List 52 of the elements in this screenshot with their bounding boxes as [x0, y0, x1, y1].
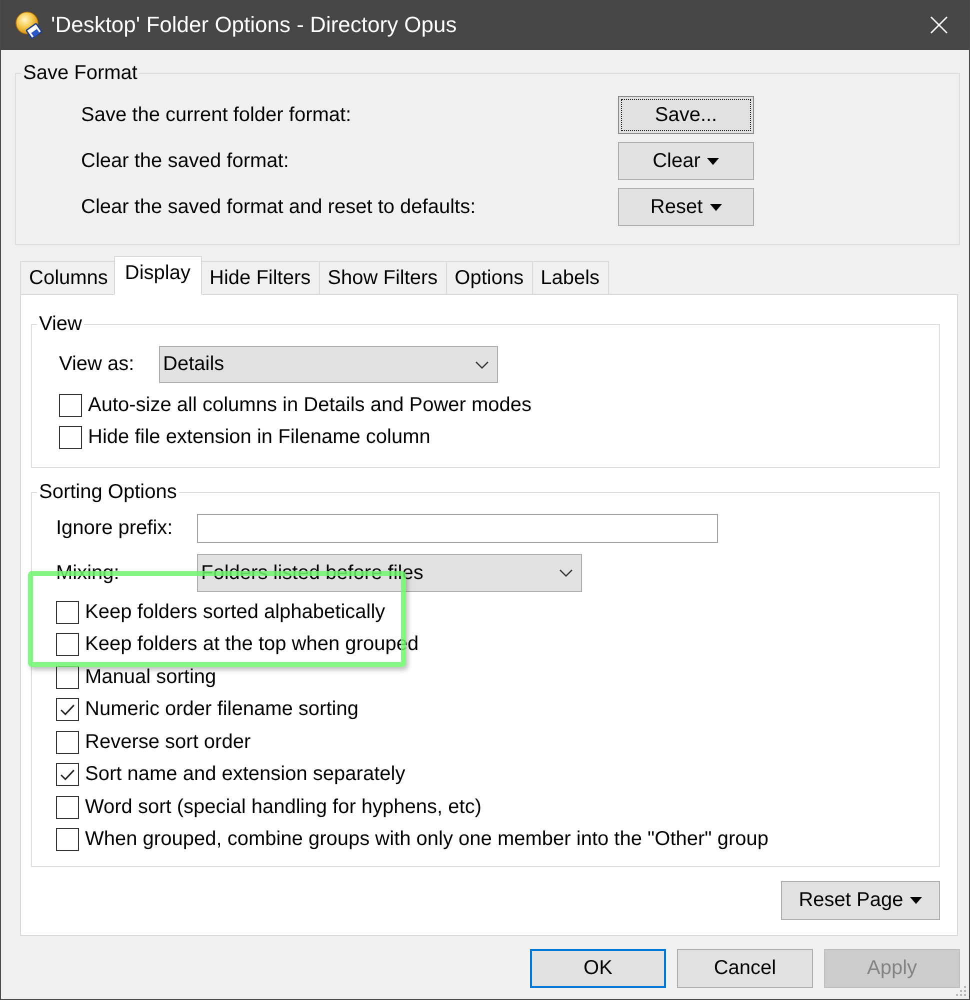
- checkbox[interactable]: [56, 763, 79, 786]
- row-label: Clear the saved format and reset to defaults:: [81, 196, 477, 218]
- menu-button[interactable]: Reset Page: [781, 881, 940, 920]
- checkbox[interactable]: [59, 426, 82, 448]
- menu-button[interactable]: Reset: [618, 188, 754, 226]
- checkbox-label[interactable]: Reverse sort order: [85, 730, 251, 754]
- group-title: Save Format: [22, 62, 138, 84]
- tick-icon: [60, 768, 75, 781]
- group-title: Sorting Options: [38, 481, 178, 503]
- chevron-icon: [475, 360, 489, 368]
- checkbox-label[interactable]: Word sort (special handling for hyphens, etc): [85, 796, 482, 819]
- checkbox[interactable]: [56, 600, 79, 624]
- checkbox[interactable]: [59, 394, 82, 416]
- field-label: Mixing:: [56, 562, 120, 584]
- caret-icon: [910, 897, 922, 904]
- view-as-dropdown[interactable]: Details: [159, 346, 498, 383]
- button[interactable]: OK: [530, 949, 666, 988]
- field-label: Ignore prefix:: [56, 517, 174, 540]
- close-icon: [930, 16, 948, 34]
- orb-disk-icon: [15, 11, 43, 39]
- tab[interactable]: Columns: [20, 261, 117, 295]
- ignore-prefix-field[interactable]: [197, 514, 718, 543]
- group-title: View: [38, 313, 83, 335]
- checkbox-label[interactable]: Sort name and extension separately: [85, 763, 406, 786]
- tab[interactable]: Labels: [532, 261, 609, 295]
- checkbox-label[interactable]: Numeric order filename sorting: [85, 698, 358, 722]
- tab[interactable]: Display: [114, 256, 202, 295]
- caret-icon: [707, 158, 720, 164]
- resize-grip-icon[interactable]: [955, 985, 967, 997]
- checkbox[interactable]: [56, 828, 79, 852]
- checkbox-label[interactable]: Hide file extension in Filename column: [88, 426, 430, 448]
- checkbox[interactable]: [56, 666, 79, 689]
- checkbox[interactable]: [56, 633, 79, 656]
- button[interactable]: Save...: [618, 96, 754, 134]
- checkbox-label[interactable]: When grouped, combine groups with only one member into the "Other" group: [85, 828, 768, 852]
- caret-icon: [710, 204, 722, 210]
- checkbox-label[interactable]: Keep folders sorted alphabetically: [85, 600, 386, 624]
- checkbox-label[interactable]: Keep folders at the top when grouped: [85, 633, 419, 656]
- field-label: View as:: [59, 353, 136, 376]
- mixing-dropdown[interactable]: Folders listed before files: [197, 554, 582, 592]
- button[interactable]: Cancel: [677, 949, 813, 988]
- checkbox-label[interactable]: Manual sorting: [85, 666, 216, 689]
- menu-button[interactable]: Clear: [618, 142, 754, 180]
- tick-icon: [60, 704, 75, 716]
- window-title: 'Desktop' Folder Options - Directory Opus: [51, 12, 458, 38]
- chevron-icon: [559, 569, 573, 577]
- checkbox-label[interactable]: Auto-size all columns in Details and Power modes: [88, 394, 532, 416]
- checkbox[interactable]: [56, 730, 79, 754]
- checkbox[interactable]: [56, 698, 79, 722]
- checkbox[interactable]: [56, 796, 79, 819]
- row-label: Clear the saved format:: [81, 150, 290, 172]
- row-label: Save the current folder format:: [81, 104, 352, 126]
